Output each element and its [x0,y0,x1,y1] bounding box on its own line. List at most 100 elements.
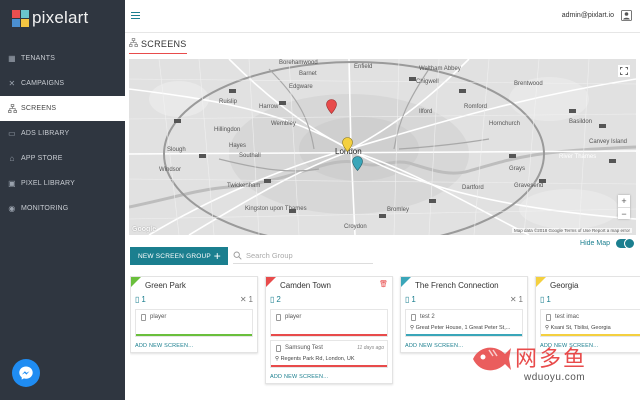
map-label: Borehamwood [279,60,318,66]
screen-status-bar [271,334,387,336]
location-pin-icon: ⚲ [545,325,550,331]
user-email[interactable]: admin@pixlart.io [562,12,614,19]
map-label: River Thames [559,154,597,160]
top-bar: admin@pixlart.io [125,0,640,33]
group-name[interactable]: The French Connection [415,281,499,290]
eye-icon: ◉ [8,204,16,213]
device-icon: ▯ [405,295,410,304]
cross-tools-icon: ✕ [8,79,16,88]
grid-icon: ▦ [8,54,16,63]
map-label: Chigwell [416,79,439,85]
sidebar-item-app-store[interactable]: ⌂ APP STORE [0,146,125,171]
fullscreen-icon[interactable] [618,65,630,77]
sidebar-item-tenants[interactable]: ▦ TENANTS [0,46,125,71]
group-stats: ▯ 1 ✕ 1 [401,293,527,306]
group-card-header: The French Connection [401,277,527,293]
map-label: Southall [239,153,261,159]
new-screen-group-button[interactable]: NEW SCREEN GROUP + [130,247,228,265]
hide-map-label: Hide Map [580,240,610,247]
map-roads [129,59,636,235]
search-group-input[interactable] [246,251,366,260]
sidebar-item-label: APP STORE [21,155,63,162]
trash-icon[interactable]: 🗑 [379,280,388,288]
map-label: Kingston upon Thames [245,206,307,212]
map-label: Windsor [159,167,182,173]
group-color-marker [266,277,276,287]
map-attribution[interactable]: Map data ©2018 Google Terms of Use Repor… [511,228,632,233]
plus-icon: + [213,249,221,263]
screens-map[interactable]: Borehamwood Enfield Barnet Waltham Abbey… [129,59,636,235]
map-label: Basildon [569,119,593,125]
search-group-field [233,248,373,264]
user-avatar-icon[interactable] [621,10,632,21]
hamburger-menu-icon[interactable] [131,12,140,19]
location-pin-icon: ⚲ [275,356,280,362]
screen-name: player [285,314,302,320]
location-pin-icon: ⚲ [410,325,415,331]
sidebar-item-monitoring[interactable]: ◉ MONITORING [0,196,125,221]
sitemap-icon [129,38,138,49]
device-icon [276,314,281,321]
logo-mark-icon [12,9,29,27]
sidebar-item-label: SCREENS [21,105,57,112]
screen-item[interactable]: player [135,309,253,337]
zoom-out-button[interactable]: − [618,207,630,219]
group-color-marker [401,277,411,287]
screens-count: 2 [276,295,281,304]
map-pin-teal[interactable] [352,156,363,171]
group-card-camden-town[interactable]: Camden Town 🗑 ▯ 2 player Samsung Test 11 … [265,276,393,384]
messenger-chat-button[interactable] [12,359,40,387]
messenger-icon [19,366,33,380]
screen-address: ⚲ Ksani St, Tbilisi, Georgia [545,325,611,331]
group-card-green-park[interactable]: Green Park ▯ 1 ✕ 1 player ADD NEW SCREEN..… [130,276,258,353]
group-card-header: Georgia [536,277,640,293]
group-color-marker [131,277,141,287]
screen-item[interactable]: player [270,309,388,337]
add-new-screen-link[interactable]: ADD NEW SCREEN... [131,340,257,352]
map-pin-red[interactable] [326,99,337,114]
sidebar-item-campaigns[interactable]: ✕ CAMPAIGNS [0,71,125,96]
group-name[interactable]: Green Park [145,281,186,290]
map-pin-yellow[interactable] [342,137,353,152]
device-icon [141,314,146,321]
group-name[interactable]: Georgia [550,281,578,290]
map-label: Ilford [419,109,433,115]
screen-address: ⚲ Great Peter House, 1 Great Peter St,..… [410,325,511,331]
screen-address: ⚲ Regents Park Rd, London, UK [275,356,355,362]
folder-icon: ▭ [8,129,16,138]
map-label: Enfield [354,64,373,70]
group-name[interactable]: Camden Town [280,281,331,290]
add-new-screen-link[interactable]: ADD NEW SCREEN... [266,371,392,383]
map-label: Grays [509,166,526,172]
map-label: Brentwood [514,81,543,87]
map-label: Croydon [344,224,367,230]
map-label: Hillingdon [214,127,241,133]
fish-logo-icon [473,347,511,371]
device-icon: ▯ [540,295,545,304]
screen-status-bar [271,365,387,367]
screen-status-bar [136,334,252,336]
screen-name: test imac [555,314,580,320]
screen-name: test 2 [420,314,435,320]
screen-item[interactable]: test 2 ⚲ Great Peter House, 1 Great Pete… [405,309,523,337]
watermark-text-cn: 网多鱼 [515,347,588,372]
hide-map-toggle[interactable] [616,238,635,249]
sidebar-item-screens[interactable]: SCREENS [0,96,125,121]
map-label: Romford [464,104,488,110]
screen-item[interactable]: test imac ⚲ Ksani St, Tbilisi, Georgia [540,309,640,337]
zoom-in-button[interactable]: + [618,195,630,207]
map-label: Edgware [289,84,313,90]
group-color-marker [536,277,546,287]
map-label: Gravesend [514,183,544,189]
group-card-header: Green Park [131,277,257,293]
google-logo: Google [132,226,157,233]
search-icon [233,251,242,260]
image-icon: ▣ [8,179,16,188]
sidebar-item-ads-library[interactable]: ▭ ADS LIBRARY [0,121,125,146]
store-icon: ⌂ [9,154,15,163]
map-label: Hayes [229,143,247,149]
page-header: SCREENS [129,38,187,54]
screen-item[interactable]: Samsung Test 11 days ago ⚲ Regents Park … [270,340,388,368]
logo[interactable]: pixelart [12,8,88,28]
sidebar-item-pixel-library[interactable]: ▣ PIXEL LIBRARY [0,171,125,196]
